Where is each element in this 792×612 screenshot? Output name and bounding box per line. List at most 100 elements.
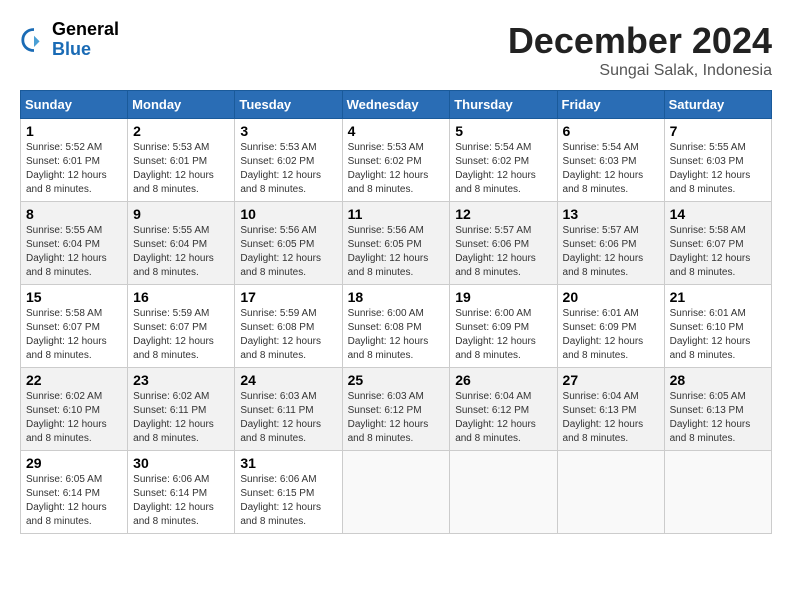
calendar-cell: 12 Sunrise: 5:57 AMSunset: 6:06 PMDaylig… (450, 202, 557, 285)
day-info: Sunrise: 5:59 AMSunset: 6:07 PMDaylight:… (133, 308, 214, 361)
title-block: December 2024 Sungai Salak, Indonesia (508, 20, 772, 80)
day-info: Sunrise: 5:58 AMSunset: 6:07 PMDaylight:… (26, 308, 107, 361)
calendar-cell (664, 451, 771, 534)
day-header-wednesday: Wednesday (342, 91, 450, 119)
logo-text: General Blue (52, 20, 119, 60)
day-number: 17 (240, 289, 336, 305)
day-number: 29 (26, 455, 122, 471)
day-info: Sunrise: 6:03 AMSunset: 6:11 PMDaylight:… (240, 391, 321, 444)
day-number: 27 (563, 372, 659, 388)
day-info: Sunrise: 5:55 AMSunset: 6:04 PMDaylight:… (26, 225, 107, 278)
calendar-cell: 3 Sunrise: 5:53 AMSunset: 6:02 PMDayligh… (235, 119, 342, 202)
day-info: Sunrise: 5:53 AMSunset: 6:02 PMDaylight:… (240, 142, 321, 195)
calendar-cell: 8 Sunrise: 5:55 AMSunset: 6:04 PMDayligh… (21, 202, 128, 285)
calendar-cell: 18 Sunrise: 6:00 AMSunset: 6:08 PMDaylig… (342, 285, 450, 368)
calendar-cell: 29 Sunrise: 6:05 AMSunset: 6:14 PMDaylig… (21, 451, 128, 534)
day-info: Sunrise: 5:56 AMSunset: 6:05 PMDaylight:… (240, 225, 321, 278)
calendar-week-3: 15 Sunrise: 5:58 AMSunset: 6:07 PMDaylig… (21, 285, 772, 368)
day-info: Sunrise: 5:53 AMSunset: 6:02 PMDaylight:… (348, 142, 429, 195)
day-info: Sunrise: 5:54 AMSunset: 6:02 PMDaylight:… (455, 142, 536, 195)
day-info: Sunrise: 6:02 AMSunset: 6:11 PMDaylight:… (133, 391, 214, 444)
calendar-cell: 9 Sunrise: 5:55 AMSunset: 6:04 PMDayligh… (128, 202, 235, 285)
page-header: General Blue December 2024 Sungai Salak,… (20, 20, 772, 80)
day-number: 16 (133, 289, 229, 305)
day-header-tuesday: Tuesday (235, 91, 342, 119)
calendar-header-row: SundayMondayTuesdayWednesdayThursdayFrid… (21, 91, 772, 119)
day-number: 23 (133, 372, 229, 388)
calendar-cell: 21 Sunrise: 6:01 AMSunset: 6:10 PMDaylig… (664, 285, 771, 368)
day-info: Sunrise: 6:06 AMSunset: 6:15 PMDaylight:… (240, 474, 321, 527)
logo: General Blue (20, 20, 119, 60)
day-number: 6 (563, 123, 659, 139)
calendar-week-2: 8 Sunrise: 5:55 AMSunset: 6:04 PMDayligh… (21, 202, 772, 285)
day-number: 25 (348, 372, 445, 388)
calendar-cell: 25 Sunrise: 6:03 AMSunset: 6:12 PMDaylig… (342, 368, 450, 451)
day-number: 7 (670, 123, 766, 139)
day-number: 24 (240, 372, 336, 388)
calendar-week-4: 22 Sunrise: 6:02 AMSunset: 6:10 PMDaylig… (21, 368, 772, 451)
calendar-cell: 16 Sunrise: 5:59 AMSunset: 6:07 PMDaylig… (128, 285, 235, 368)
day-number: 31 (240, 455, 336, 471)
day-number: 30 (133, 455, 229, 471)
calendar-cell: 10 Sunrise: 5:56 AMSunset: 6:05 PMDaylig… (235, 202, 342, 285)
calendar-cell: 1 Sunrise: 5:52 AMSunset: 6:01 PMDayligh… (21, 119, 128, 202)
calendar-cell: 28 Sunrise: 6:05 AMSunset: 6:13 PMDaylig… (664, 368, 771, 451)
calendar-cell (342, 451, 450, 534)
day-number: 1 (26, 123, 122, 139)
day-info: Sunrise: 5:58 AMSunset: 6:07 PMDaylight:… (670, 225, 751, 278)
calendar-cell: 4 Sunrise: 5:53 AMSunset: 6:02 PMDayligh… (342, 119, 450, 202)
calendar-cell: 13 Sunrise: 5:57 AMSunset: 6:06 PMDaylig… (557, 202, 664, 285)
calendar-cell: 22 Sunrise: 6:02 AMSunset: 6:10 PMDaylig… (21, 368, 128, 451)
day-info: Sunrise: 5:55 AMSunset: 6:03 PMDaylight:… (670, 142, 751, 195)
day-number: 14 (670, 206, 766, 222)
day-info: Sunrise: 5:52 AMSunset: 6:01 PMDaylight:… (26, 142, 107, 195)
day-number: 9 (133, 206, 229, 222)
calendar-cell (557, 451, 664, 534)
calendar-cell: 26 Sunrise: 6:04 AMSunset: 6:12 PMDaylig… (450, 368, 557, 451)
calendar-cell: 23 Sunrise: 6:02 AMSunset: 6:11 PMDaylig… (128, 368, 235, 451)
day-info: Sunrise: 6:01 AMSunset: 6:10 PMDaylight:… (670, 308, 751, 361)
day-header-friday: Friday (557, 91, 664, 119)
calendar-cell (450, 451, 557, 534)
logo-icon (20, 26, 48, 54)
day-number: 11 (348, 206, 445, 222)
calendar-cell: 2 Sunrise: 5:53 AMSunset: 6:01 PMDayligh… (128, 119, 235, 202)
day-header-sunday: Sunday (21, 91, 128, 119)
calendar-cell: 7 Sunrise: 5:55 AMSunset: 6:03 PMDayligh… (664, 119, 771, 202)
location: Sungai Salak, Indonesia (508, 62, 772, 80)
calendar-week-5: 29 Sunrise: 6:05 AMSunset: 6:14 PMDaylig… (21, 451, 772, 534)
day-number: 19 (455, 289, 551, 305)
day-info: Sunrise: 6:04 AMSunset: 6:13 PMDaylight:… (563, 391, 644, 444)
day-info: Sunrise: 6:00 AMSunset: 6:08 PMDaylight:… (348, 308, 429, 361)
calendar-week-1: 1 Sunrise: 5:52 AMSunset: 6:01 PMDayligh… (21, 119, 772, 202)
logo-general: General (52, 20, 119, 40)
calendar-cell: 31 Sunrise: 6:06 AMSunset: 6:15 PMDaylig… (235, 451, 342, 534)
calendar-cell: 6 Sunrise: 5:54 AMSunset: 6:03 PMDayligh… (557, 119, 664, 202)
calendar-cell: 17 Sunrise: 5:59 AMSunset: 6:08 PMDaylig… (235, 285, 342, 368)
day-number: 18 (348, 289, 445, 305)
day-info: Sunrise: 6:02 AMSunset: 6:10 PMDaylight:… (26, 391, 107, 444)
day-info: Sunrise: 6:04 AMSunset: 6:12 PMDaylight:… (455, 391, 536, 444)
calendar-table: SundayMondayTuesdayWednesdayThursdayFrid… (20, 90, 772, 534)
calendar-cell: 27 Sunrise: 6:04 AMSunset: 6:13 PMDaylig… (557, 368, 664, 451)
day-number: 10 (240, 206, 336, 222)
calendar-cell: 19 Sunrise: 6:00 AMSunset: 6:09 PMDaylig… (450, 285, 557, 368)
day-number: 22 (26, 372, 122, 388)
logo-blue: Blue (52, 40, 119, 60)
day-number: 3 (240, 123, 336, 139)
calendar-cell: 24 Sunrise: 6:03 AMSunset: 6:11 PMDaylig… (235, 368, 342, 451)
day-info: Sunrise: 6:05 AMSunset: 6:13 PMDaylight:… (670, 391, 751, 444)
day-number: 2 (133, 123, 229, 139)
day-info: Sunrise: 5:55 AMSunset: 6:04 PMDaylight:… (133, 225, 214, 278)
day-info: Sunrise: 6:01 AMSunset: 6:09 PMDaylight:… (563, 308, 644, 361)
day-header-saturday: Saturday (664, 91, 771, 119)
day-info: Sunrise: 5:53 AMSunset: 6:01 PMDaylight:… (133, 142, 214, 195)
day-number: 15 (26, 289, 122, 305)
calendar-cell: 5 Sunrise: 5:54 AMSunset: 6:02 PMDayligh… (450, 119, 557, 202)
day-number: 28 (670, 372, 766, 388)
calendar-cell: 11 Sunrise: 5:56 AMSunset: 6:05 PMDaylig… (342, 202, 450, 285)
day-info: Sunrise: 5:59 AMSunset: 6:08 PMDaylight:… (240, 308, 321, 361)
day-info: Sunrise: 5:56 AMSunset: 6:05 PMDaylight:… (348, 225, 429, 278)
calendar-cell: 14 Sunrise: 5:58 AMSunset: 6:07 PMDaylig… (664, 202, 771, 285)
calendar-cell: 30 Sunrise: 6:06 AMSunset: 6:14 PMDaylig… (128, 451, 235, 534)
